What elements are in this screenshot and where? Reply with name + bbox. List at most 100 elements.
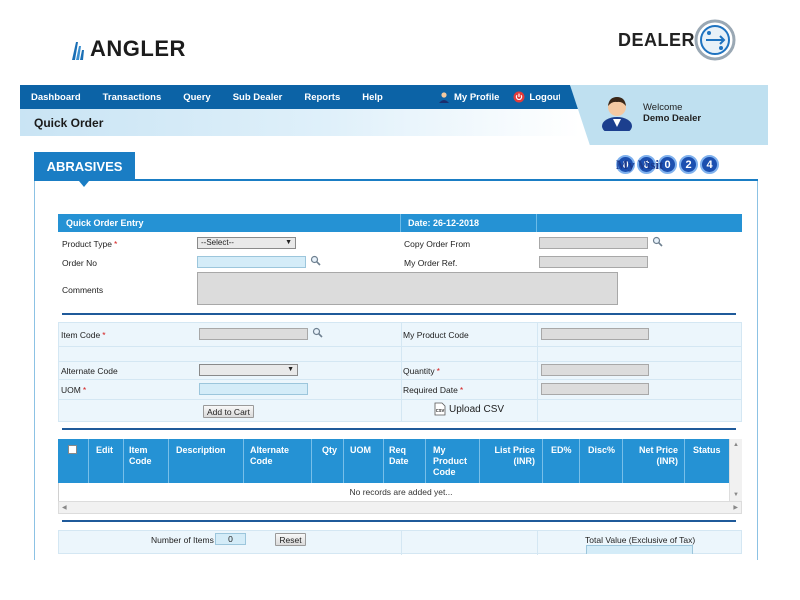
comments-label: Comments (62, 285, 104, 295)
quantity-input[interactable] (541, 364, 649, 376)
main-nav: Dashboard Transactions Query Sub Dealer … (20, 85, 570, 109)
col-list-price: List Price (INR) (494, 445, 535, 466)
number-of-items-label: Number of Items (151, 535, 214, 545)
col-status: Status (693, 445, 721, 455)
col-item-code: Item Code (129, 445, 152, 466)
nav-query[interactable]: Query (183, 92, 210, 103)
col-divider (579, 439, 580, 483)
nav-dashboard[interactable]: Dashboard (31, 92, 81, 103)
logout-label: Logout (529, 91, 562, 103)
my-order-ref-input[interactable] (539, 256, 648, 268)
col-net-price: Net Price (INR) (638, 445, 678, 466)
page-title-bar: Quick Order (20, 109, 580, 136)
nav-transactions[interactable]: Transactions (103, 92, 162, 103)
search-icon[interactable] (652, 236, 663, 247)
upload-csv-label: Upload CSV (449, 403, 505, 415)
grid-line (537, 323, 538, 421)
item-code-label: Item Code * (61, 330, 106, 340)
col-divider (383, 439, 384, 483)
col-divider (168, 439, 169, 483)
my-visit-label: My Visit (616, 156, 664, 172)
power-icon (513, 91, 525, 103)
copy-order-from-label: Copy Order From (404, 239, 471, 249)
col-divider (479, 439, 480, 483)
nav-help[interactable]: Help (362, 92, 383, 103)
product-type-select[interactable]: --Select-- ▼ (197, 237, 296, 249)
col-edit: Edit (96, 445, 113, 455)
tab-abrasives[interactable]: ABRASIVES (34, 152, 135, 181)
section-divider (34, 179, 758, 181)
col-disc-percent: Disc% (588, 445, 616, 455)
item-code-input[interactable] (199, 328, 308, 340)
select-all-checkbox[interactable] (68, 439, 77, 483)
header-divider (536, 214, 537, 232)
copy-order-from-input[interactable] (539, 237, 648, 249)
comments-textarea[interactable] (197, 272, 618, 305)
col-divider (343, 439, 344, 483)
my-profile-label: My Profile (454, 91, 500, 103)
order-no-input[interactable] (197, 256, 306, 268)
scroll-left-icon[interactable]: ◀ (62, 504, 67, 511)
grid-line (59, 379, 741, 380)
user-avatar-icon (602, 97, 632, 131)
dealer-logo-text: DEALER (618, 29, 696, 50)
scroll-down-icon[interactable]: ▼ (733, 492, 739, 498)
col-divider (243, 439, 244, 483)
add-to-cart-button[interactable]: Add to Cart (203, 405, 254, 418)
cart-grid-header: Edit Item Code Description Alternate Cod… (58, 439, 742, 483)
empty-grid-message: No records are added yet... (349, 487, 453, 497)
col-req-date: Req Date (389, 445, 409, 466)
uom-input[interactable] (199, 383, 308, 395)
alternate-code-select[interactable]: ▼ (199, 364, 298, 376)
cart-grid-body: No records are added yet... (58, 483, 742, 501)
col-divider (542, 439, 543, 483)
csv-icon-text: CSV (436, 408, 445, 413)
csv-file-icon: CSV (434, 402, 446, 416)
col-qty: Qty (321, 445, 337, 455)
form-divider (62, 520, 736, 522)
col-divider (425, 439, 426, 483)
order-date: Date: 26-12-2018 (408, 218, 480, 228)
col-divider (684, 439, 685, 483)
page-title: Quick Order (34, 116, 104, 130)
nav-reports[interactable]: Reports (304, 92, 340, 103)
grid-line (59, 361, 741, 362)
my-product-code-input[interactable] (541, 328, 649, 340)
reset-button[interactable]: Reset (275, 533, 306, 546)
tab-pointer (79, 181, 89, 187)
visit-digit: 2 (679, 155, 698, 174)
col-uom: UOM (350, 445, 371, 455)
chevron-down-icon: ▼ (287, 366, 294, 373)
product-type-label: Product Type * (62, 239, 118, 249)
col-ed-percent: ED% (551, 445, 572, 455)
my-visit-counter: My Visit 0 0 0 2 4 (616, 155, 719, 174)
angler-logo-text: ANGLER (90, 36, 186, 61)
user-name: Demo Dealer (643, 113, 702, 124)
col-divider (622, 439, 623, 483)
grid-vertical-scrollbar[interactable]: ▲ ▼ (729, 439, 742, 501)
grid-horizontal-scrollbar[interactable]: ◀ ▶ (58, 501, 742, 514)
grid-line (59, 346, 741, 347)
scroll-right-icon[interactable]: ▶ (733, 504, 738, 511)
total-value-label: Total Value (Exclusive of Tax) (585, 535, 696, 545)
col-alternate-code: Alternate Code (250, 445, 290, 466)
form-divider (62, 313, 736, 315)
search-icon[interactable] (312, 327, 323, 338)
angler-logo: ANGLER (70, 36, 186, 62)
my-order-ref-label: My Order Ref. (404, 258, 458, 268)
my-profile-link[interactable]: My Profile (438, 91, 499, 103)
visit-digit: 4 (700, 155, 719, 174)
nav-sub-dealer[interactable]: Sub Dealer (233, 92, 283, 103)
dealer-network-icon (694, 19, 736, 61)
logout-link[interactable]: Logout (513, 91, 562, 103)
search-icon[interactable] (310, 255, 321, 266)
scroll-up-icon[interactable]: ▲ (733, 442, 739, 448)
alternate-code-label: Alternate Code (61, 366, 118, 376)
quick-order-title: Quick Order Entry (66, 218, 144, 228)
grid-line (59, 399, 741, 400)
upload-csv-button[interactable]: CSV Upload CSV (433, 402, 504, 416)
col-divider (123, 439, 124, 483)
required-date-input[interactable] (541, 383, 649, 395)
number-of-items-field: 0 (215, 533, 246, 545)
form-divider (62, 428, 736, 430)
